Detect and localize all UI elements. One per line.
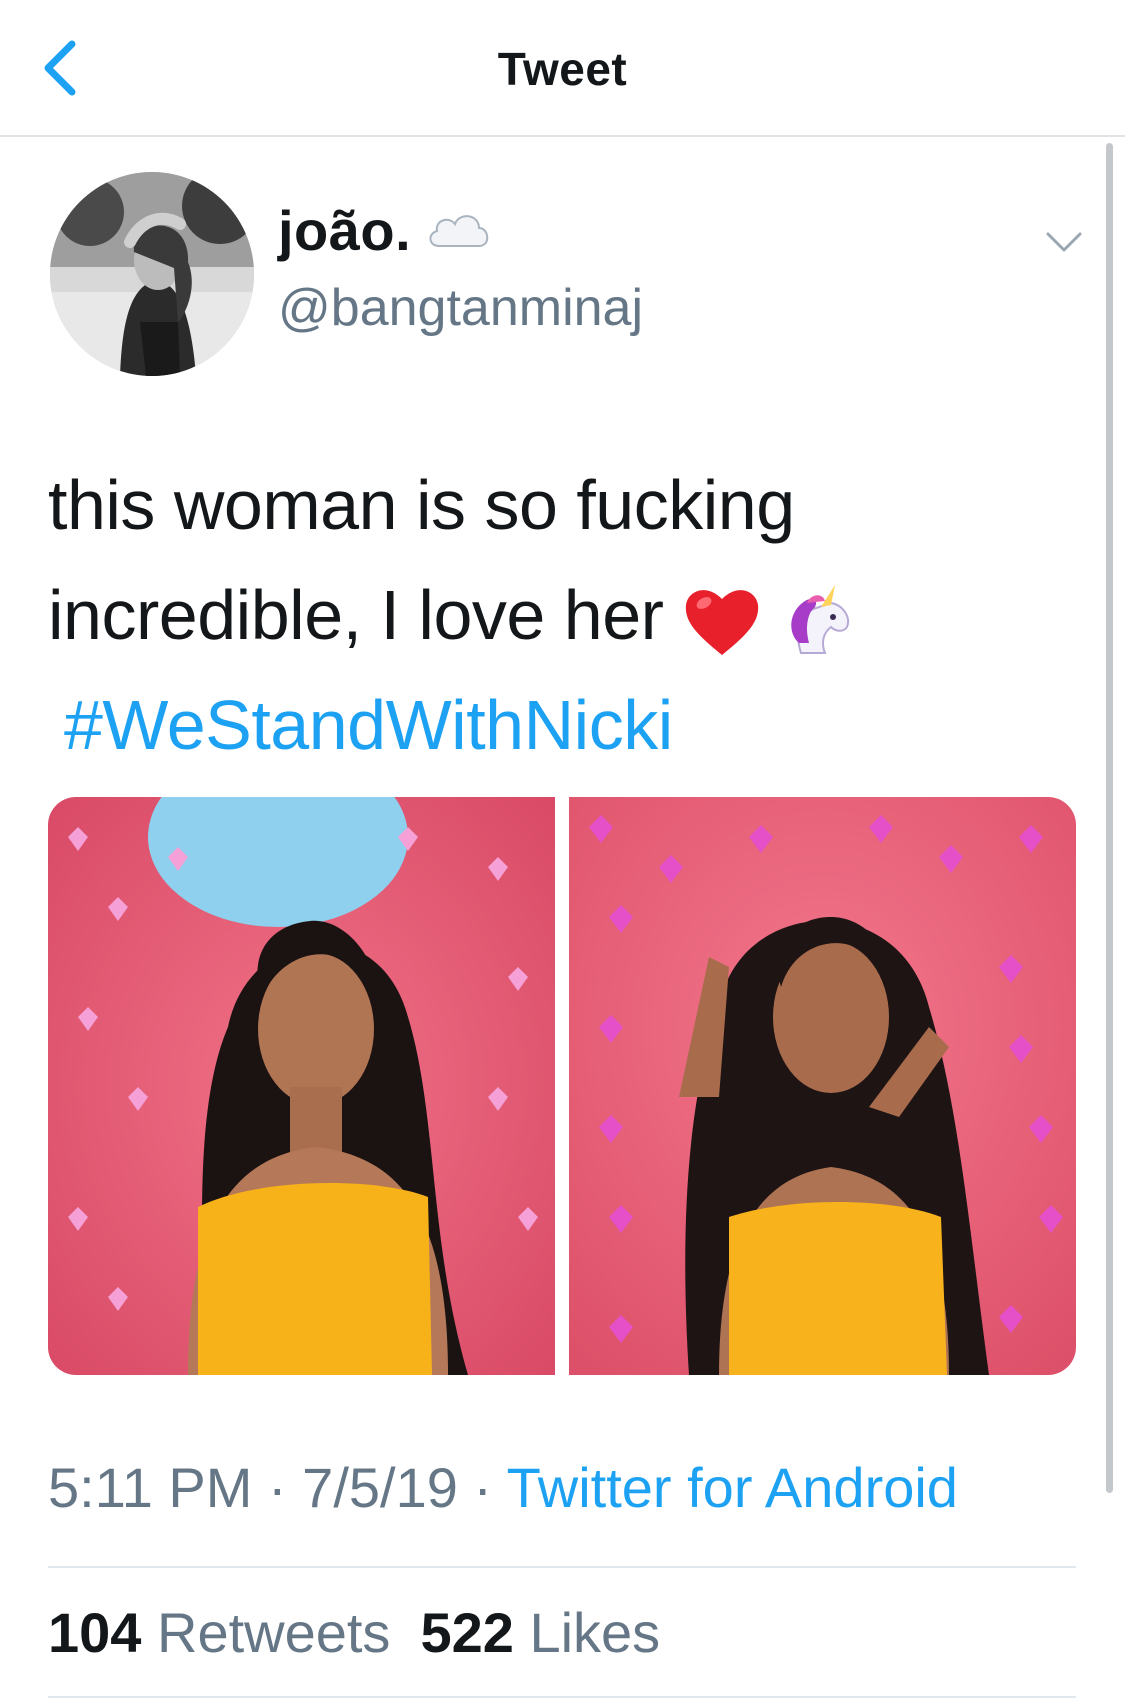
author-handle[interactable]: @bangtanminaj: [278, 278, 643, 338]
likes-stat[interactable]: 522 Likes: [420, 1601, 660, 1664]
meta-separator: ·: [457, 1456, 507, 1519]
retweets-stat[interactable]: 104 Retweets: [48, 1601, 390, 1664]
page-title: Tweet: [497, 43, 628, 95]
tweet-source-link[interactable]: Twitter for Android: [507, 1456, 958, 1519]
unicorn-emoji-icon: [791, 584, 850, 654]
divider: [48, 1696, 1076, 1698]
divider: [48, 1566, 1076, 1568]
tweet-text: this woman is so fucking incredible, I l…: [48, 450, 1068, 780]
tweet-time: 5:11 PM: [48, 1456, 253, 1519]
tweet-text-line2: incredible, I love her: [48, 576, 664, 654]
scrollbar[interactable]: [1106, 143, 1113, 1493]
likes-label: Likes: [529, 1601, 661, 1664]
retweets-label: Retweets: [157, 1601, 391, 1664]
author-display-name[interactable]: joão.: [278, 198, 411, 263]
cloud-icon: [429, 215, 489, 247]
tweet-text-line1: this woman is so fucking: [48, 466, 795, 544]
avatar[interactable]: [50, 172, 254, 376]
author-name-row: joão.: [278, 198, 493, 263]
retweets-count: 104: [48, 1601, 142, 1664]
tweet-metadata: 5:11 PM · 7/5/19 · Twitter for Android: [48, 1455, 958, 1520]
media-image-1[interactable]: [48, 797, 555, 1375]
media-image-2[interactable]: [569, 797, 1076, 1375]
heart-emoji-icon: [686, 589, 759, 655]
tweet-text-line2-row: incredible, I love her: [48, 560, 1068, 670]
likes-count: 522: [420, 1601, 514, 1664]
navigation-bar: Tweet: [0, 0, 1125, 137]
media-grid: [48, 797, 1076, 1375]
chevron-down-icon[interactable]: [1044, 228, 1084, 258]
tweet-date: 7/5/19: [302, 1456, 458, 1519]
hashtag-link[interactable]: #WeStandWithNicki: [48, 670, 1068, 780]
engagement-stats: 104 Retweets 522 Likes: [48, 1600, 660, 1665]
meta-separator: ·: [252, 1456, 303, 1519]
